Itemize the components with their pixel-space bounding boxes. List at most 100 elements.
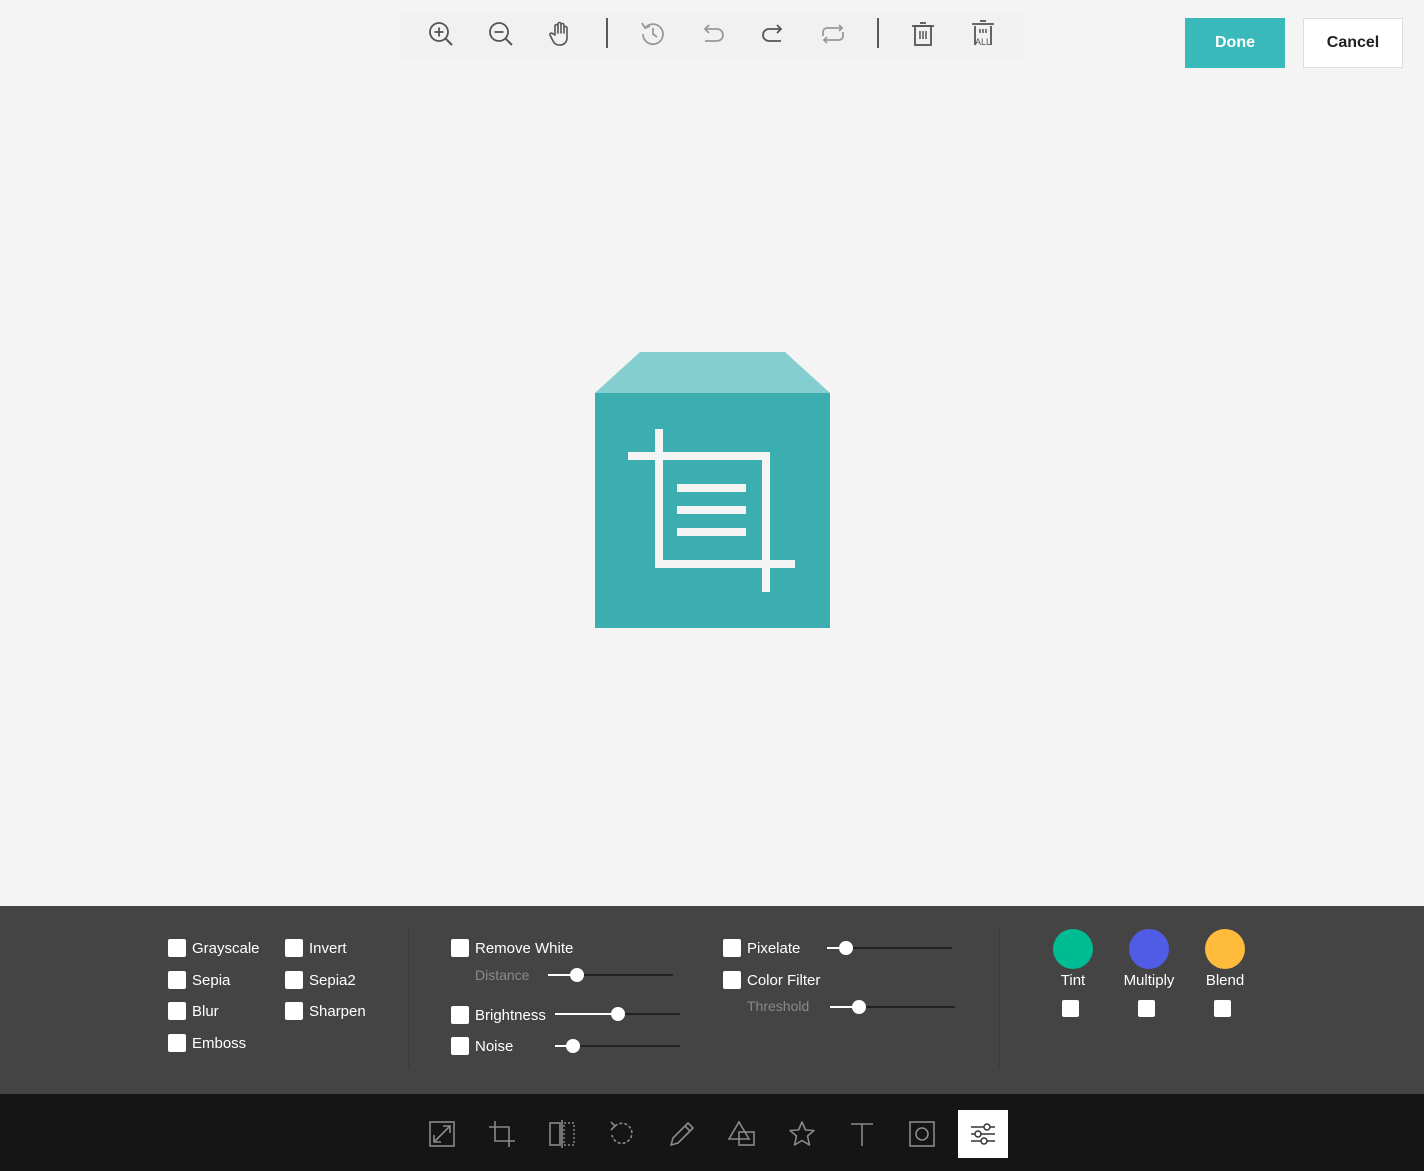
flip-icon: [549, 1120, 575, 1148]
mask-icon: [909, 1121, 935, 1147]
invert-checkbox[interactable]: [285, 939, 303, 957]
menu-crop[interactable]: [477, 1110, 527, 1158]
text-icon: [851, 1123, 873, 1146]
cancel-button[interactable]: Cancel: [1303, 18, 1403, 68]
undo-button[interactable]: [693, 16, 733, 52]
rotate-icon: [610, 1121, 633, 1145]
menu-mask[interactable]: [897, 1110, 947, 1158]
sepia2-checkbox[interactable]: [285, 971, 303, 989]
redo-button[interactable]: [753, 16, 793, 52]
pixelate-slider[interactable]: [827, 941, 952, 955]
pixelate-checkbox[interactable]: [723, 939, 741, 957]
crop-image-icon: [595, 352, 830, 628]
blend-checkbox[interactable]: [1214, 1000, 1231, 1017]
grayscale-checkbox[interactable]: [168, 939, 186, 957]
blur-option[interactable]: Blur: [168, 1000, 219, 1022]
menu-draw[interactable]: [657, 1110, 707, 1158]
brightness-slider[interactable]: [555, 1007, 680, 1021]
tint-color-swatch[interactable]: [1053, 929, 1093, 969]
sepia2-label: Sepia2: [309, 971, 356, 989]
delete-all-button[interactable]: ALL: [963, 16, 1003, 52]
distance-slider[interactable]: [548, 968, 673, 982]
pixelate-label: Pixelate: [747, 939, 801, 957]
invert-option[interactable]: Invert: [285, 937, 347, 959]
noise-label: Noise: [475, 1037, 514, 1055]
emboss-option[interactable]: Emboss: [168, 1032, 246, 1054]
menu-filter[interactable]: [958, 1110, 1008, 1158]
multiply-color-swatch[interactable]: [1129, 929, 1169, 969]
bottom-menu: [0, 1094, 1424, 1171]
filter-panel: Grayscale Sepia Blur Emboss Invert Sepia…: [0, 906, 1424, 1094]
grayscale-label: Grayscale: [192, 939, 260, 957]
slider-knob[interactable]: [565, 1039, 580, 1053]
distance-label: Distance: [475, 967, 530, 983]
menu-shape[interactable]: [717, 1110, 767, 1158]
sharpen-option[interactable]: Sharpen: [285, 1000, 366, 1022]
canvas-image[interactable]: [595, 352, 830, 628]
toolbar-divider: [877, 18, 879, 48]
zoom-out-button[interactable]: [481, 16, 521, 52]
multiply-checkbox[interactable]: [1138, 1000, 1155, 1017]
menu-icon[interactable]: [777, 1110, 827, 1158]
reset-button[interactable]: [813, 16, 853, 52]
pixelate-option[interactable]: Pixelate: [723, 937, 800, 959]
reset-icon: [822, 24, 844, 44]
redo-icon: [762, 24, 783, 42]
emboss-checkbox[interactable]: [168, 1034, 186, 1052]
menu-resize[interactable]: [417, 1110, 467, 1158]
trash-icon: [912, 22, 934, 46]
zoom-out-icon: [489, 22, 513, 46]
zoom-in-button[interactable]: [421, 16, 461, 52]
remove-white-label: Remove White: [475, 939, 574, 957]
panel-divider: [408, 930, 409, 1068]
color-filter-checkbox[interactable]: [723, 971, 741, 989]
slider-knob[interactable]: [838, 941, 853, 955]
blend-color-swatch[interactable]: [1205, 929, 1245, 969]
filter-sliders-icon: [971, 1123, 995, 1145]
delete-button[interactable]: [903, 16, 943, 52]
brightness-label: Brightness: [475, 1006, 546, 1024]
undo-icon: [703, 24, 724, 42]
sepia-label: Sepia: [192, 971, 231, 989]
sepia-option[interactable]: Sepia: [168, 969, 230, 991]
trash-all-icon: ALL: [972, 20, 994, 47]
toolbar-divider: [606, 18, 608, 48]
remove-white-option[interactable]: Remove White: [451, 937, 573, 959]
grayscale-option[interactable]: Grayscale: [168, 937, 260, 959]
sepia2-option[interactable]: Sepia2: [285, 969, 356, 991]
threshold-slider[interactable]: [830, 1000, 955, 1014]
slider-knob[interactable]: [851, 1000, 866, 1014]
history-button[interactable]: [633, 16, 673, 52]
menu-flip[interactable]: [537, 1110, 587, 1158]
blur-checkbox[interactable]: [168, 1002, 186, 1020]
color-filter-option[interactable]: Color Filter: [723, 969, 820, 991]
menu-text[interactable]: [837, 1110, 887, 1158]
noise-option[interactable]: Noise: [451, 1035, 513, 1057]
tint-checkbox[interactable]: [1062, 1000, 1079, 1017]
menu-rotate[interactable]: [597, 1110, 647, 1158]
slider-knob[interactable]: [610, 1007, 625, 1021]
crop-icon: [489, 1121, 515, 1147]
noise-checkbox[interactable]: [451, 1037, 469, 1055]
history-icon: [641, 22, 664, 46]
slider-knob[interactable]: [569, 968, 584, 982]
resize-icon: [429, 1121, 455, 1147]
brightness-option[interactable]: Brightness: [451, 1004, 546, 1026]
svg-text:ALL: ALL: [975, 37, 991, 47]
threshold-label: Threshold: [747, 998, 810, 1014]
noise-slider[interactable]: [555, 1039, 680, 1053]
sharpen-checkbox[interactable]: [285, 1002, 303, 1020]
remove-white-checkbox[interactable]: [451, 939, 469, 957]
done-button[interactable]: Done: [1185, 18, 1285, 68]
color-filter-label: Color Filter: [747, 971, 821, 989]
top-toolbar: ALL: [400, 12, 1024, 58]
sepia-checkbox[interactable]: [168, 971, 186, 989]
brightness-checkbox[interactable]: [451, 1006, 469, 1024]
blend-label: Blend: [1205, 972, 1245, 989]
pencil-icon: [670, 1122, 694, 1146]
zoom-in-icon: [429, 22, 453, 46]
sharpen-label: Sharpen: [309, 1002, 366, 1020]
panel-divider: [999, 930, 1000, 1068]
invert-label: Invert: [309, 939, 347, 957]
hand-button[interactable]: [541, 16, 581, 52]
